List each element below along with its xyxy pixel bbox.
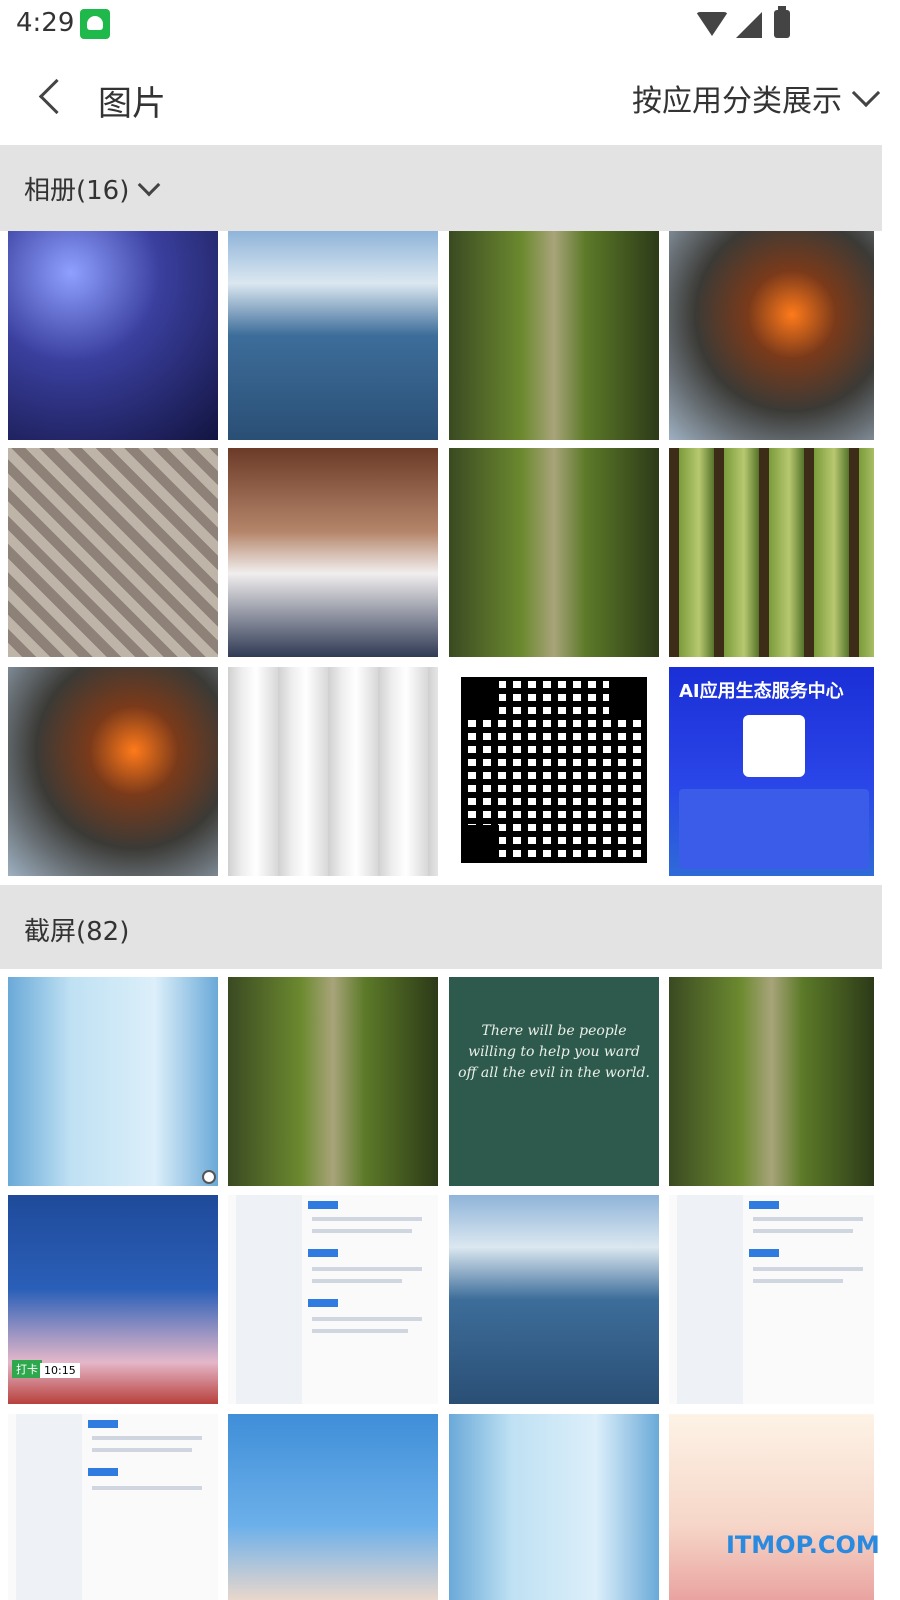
section-header-screenshots[interactable]: 截屏(82) — [0, 885, 882, 969]
chevron-down-icon — [138, 173, 161, 196]
wifi-icon — [696, 12, 728, 36]
image-thumbnail[interactable] — [228, 977, 438, 1186]
image-thumbnail[interactable]: AI应用生态服务中心 — [669, 667, 874, 876]
resume-line — [312, 1279, 402, 1283]
qr-code-pattern — [461, 677, 647, 863]
image-thumbnail[interactable] — [8, 448, 218, 657]
play-icon — [202, 1170, 216, 1184]
status-icons — [696, 6, 836, 40]
back-icon[interactable] — [26, 72, 76, 122]
resume-heading-bar — [88, 1468, 118, 1476]
image-thumbnail[interactable] — [449, 448, 659, 657]
image-thumbnail[interactable] — [669, 448, 874, 657]
resume-sidebar — [16, 1414, 82, 1600]
watermark: ITMOP.COM — [726, 1531, 880, 1559]
section-title-album: 相册(16) — [24, 170, 161, 207]
image-thumbnail[interactable] — [228, 1195, 438, 1404]
resume-line — [312, 1229, 412, 1233]
poster-panel — [679, 789, 869, 869]
resume-line — [312, 1317, 422, 1321]
resume-line — [753, 1279, 843, 1283]
image-thumbnail[interactable] — [8, 977, 218, 1186]
section-label: 相册(16) — [24, 176, 130, 206]
image-thumbnail[interactable] — [669, 1195, 874, 1404]
image-thumbnail[interactable] — [669, 977, 874, 1186]
status-time: 4:29 — [16, 8, 75, 38]
resume-heading-bar — [88, 1420, 118, 1428]
resume-heading-bar — [308, 1299, 338, 1307]
quote-text: There will be people willing to help you… — [458, 1023, 650, 1081]
resume-heading-bar — [308, 1249, 338, 1257]
resume-sidebar — [236, 1195, 302, 1404]
app-notification-icon — [80, 9, 110, 39]
image-thumbnail[interactable] — [8, 231, 218, 440]
resume-heading-bar — [308, 1201, 338, 1209]
resume-line — [753, 1267, 863, 1271]
image-thumbnail[interactable] — [8, 667, 218, 876]
resume-line — [92, 1486, 202, 1490]
image-thumbnail[interactable] — [449, 1195, 659, 1404]
image-thumbnail[interactable] — [228, 667, 438, 876]
image-thumbnail[interactable] — [669, 1414, 874, 1600]
poster-title: AI应用生态服务中心 — [679, 681, 844, 702]
resume-sidebar — [677, 1195, 743, 1404]
resume-line — [92, 1448, 192, 1452]
section-label: 截屏(82) — [24, 917, 130, 947]
resume-heading-bar — [749, 1249, 779, 1257]
image-thumbnail[interactable]: 打卡 10:15 — [8, 1195, 218, 1404]
image-thumbnail[interactable] — [669, 231, 874, 440]
image-thumbnail[interactable] — [228, 1414, 438, 1600]
image-thumbnail[interactable] — [449, 1414, 659, 1600]
album-grid: AI应用生态服务中心 — [8, 231, 878, 879]
status-bar: 4:29 — [0, 0, 900, 50]
section-title-screenshots: 截屏(82) — [24, 911, 129, 948]
resume-line — [312, 1217, 422, 1221]
chevron-down-icon — [851, 78, 881, 108]
poster-qr-code — [743, 715, 805, 777]
resume-heading-bar — [749, 1201, 779, 1209]
resume-line — [753, 1229, 853, 1233]
section-header-album[interactable]: 相册(16) — [0, 145, 882, 231]
time-badge: 10:15 — [40, 1363, 80, 1378]
app-header: 图片 按应用分类展示 — [0, 50, 900, 145]
screenshots-grid: There will be people willing to help you… — [8, 977, 878, 1600]
battery-icon — [774, 6, 790, 38]
image-thumbnail[interactable]: There will be people willing to help you… — [449, 977, 659, 1186]
signal-icon — [736, 12, 762, 38]
image-thumbnail[interactable] — [8, 1414, 218, 1600]
view-mode-dropdown[interactable]: 按应用分类展示 — [632, 76, 881, 120]
image-thumbnail[interactable] — [228, 448, 438, 657]
qr-code-thumbnail[interactable] — [449, 667, 659, 876]
view-mode-label: 按应用分类展示 — [632, 84, 842, 119]
page-title: 图片 — [98, 84, 166, 124]
resume-line — [753, 1217, 863, 1221]
image-thumbnail[interactable] — [449, 231, 659, 440]
resume-line — [312, 1329, 408, 1333]
image-thumbnail[interactable] — [228, 231, 438, 440]
resume-line — [312, 1267, 422, 1271]
resume-line — [92, 1436, 202, 1440]
checkin-badge: 打卡 — [12, 1360, 42, 1378]
